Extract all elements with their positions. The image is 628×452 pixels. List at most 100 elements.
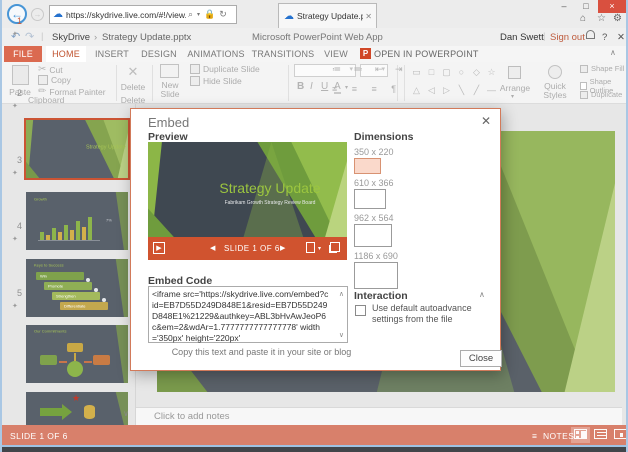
dialog-close-icon[interactable]: ✕ — [481, 114, 491, 128]
preview-slide-subtitle: Fabrikam Growth Strategy Review Board — [224, 200, 316, 206]
breadcrumb-skydrive[interactable]: SkyDrive — [52, 32, 90, 43]
dimension-option-1186x690[interactable] — [354, 262, 398, 289]
next-slide-icon[interactable]: ▶ — [280, 244, 285, 252]
tab-file[interactable]: FILE — [4, 46, 42, 62]
dialog-close-button[interactable]: Close — [460, 350, 502, 367]
status-bar: SLIDE 1 OF 6 ≡ NOTES — [2, 425, 626, 445]
notes-toggle-icon[interactable]: ≡ — [532, 431, 537, 441]
notes-collapse-icon[interactable]: ∨ — [123, 409, 129, 418]
tab-home[interactable]: HOME — [46, 46, 86, 62]
align-buttons[interactable]: ≡ ≡ ≡ ¶ — [332, 84, 402, 94]
divider: | — [41, 31, 44, 42]
tab-design[interactable]: DESIGN — [136, 46, 182, 62]
autoadvance-label: Use default autoadvance settings from th… — [372, 303, 472, 324]
new-slide-button[interactable]: New Slide — [154, 81, 186, 99]
address-bar[interactable]: ☁ https://skydrive.live.com/#!/view.aspx… — [49, 5, 237, 24]
ribbon-tab-row: FILE HOME INSERT DESIGN ANIMATIONS TRANS… — [2, 46, 626, 62]
window-maximize-button[interactable]: □ — [576, 0, 596, 13]
autoadvance-checkbox[interactable] — [355, 305, 366, 316]
window-close-button[interactable]: × — [598, 0, 626, 13]
search-icon[interactable]: ⌕ — [188, 9, 193, 20]
notes-view-icon[interactable] — [306, 242, 315, 253]
thumb-chart-bar — [88, 217, 92, 240]
interaction-collapse-icon[interactable]: ∧ — [479, 290, 485, 299]
fullscreen-icon[interactable] — [330, 242, 340, 252]
powerpoint-badge-icon[interactable]: ▶ — [153, 242, 165, 254]
home-icon[interactable]: ⌂ — [580, 13, 586, 24]
ribbon-collapse-icon[interactable]: ∧ — [610, 48, 616, 57]
open-in-powerpoint-button[interactable]: OPEN IN POWERPOINT — [374, 46, 484, 62]
underline-button[interactable]: U — [321, 81, 328, 92]
italic-button[interactable]: I — [310, 81, 313, 92]
tab-close-icon[interactable]: ✕ — [365, 12, 372, 21]
sign-out-link[interactable]: Sign out — [550, 32, 585, 43]
thumb-chart-axis — [38, 240, 100, 241]
diagram-box-right — [93, 355, 110, 365]
window-minimize-button[interactable]: – — [554, 0, 574, 13]
prev-slide-icon[interactable]: ◀ — [210, 244, 215, 252]
cascade-box-1: Win — [36, 272, 84, 280]
dimension-option-610x366[interactable] — [354, 189, 386, 209]
browser-tab[interactable]: ☁ Strategy Update.pptx - Micr... ✕ — [278, 3, 377, 28]
duplicate-button[interactable]: Duplicate — [580, 90, 622, 99]
address-dropdown-icon[interactable]: ▾ — [197, 11, 200, 18]
favorites-star-icon[interactable]: ☆ — [597, 13, 606, 24]
thumb-chart-bar — [52, 228, 56, 240]
duplicate-slide-button[interactable]: Duplicate Slide — [190, 64, 260, 74]
view-reading-button[interactable] — [591, 427, 610, 443]
person-icon[interactable] — [586, 30, 595, 39]
tab-transitions[interactable]: TRANSITIONS — [250, 46, 316, 62]
tab-view[interactable]: VIEW — [318, 46, 354, 62]
browser-forward-button[interactable]: → — [31, 8, 44, 21]
notes-pane[interactable]: Click to add notes — [136, 407, 622, 425]
help-icon[interactable]: ? — [602, 32, 607, 43]
list-buttons[interactable]: ≔ ≕ ⇤ ⇥ — [332, 64, 408, 75]
redo-icon[interactable]: ↷ — [25, 30, 34, 43]
dimension-option-350x220[interactable] — [354, 158, 381, 174]
shape-fill-icon — [580, 64, 588, 73]
scroll-up-icon[interactable]: ∧ — [339, 290, 344, 298]
notes-toggle-button[interactable]: NOTES — [543, 431, 574, 441]
embed-code-text[interactable]: <iframe src='https://skydrive.live.com/e… — [152, 289, 330, 344]
tab-insert[interactable]: INSERT — [90, 46, 134, 62]
diagram-circle — [67, 361, 83, 377]
tab-animations[interactable]: ANIMATIONS — [184, 46, 248, 62]
gear-icon[interactable]: ⚙ — [613, 13, 622, 24]
tab-cloud-icon: ☁ — [284, 10, 294, 22]
transition-star-icon: ✦ — [12, 103, 18, 110]
diagram-box-top — [67, 343, 83, 352]
arrange-button[interactable]: Arrange — [498, 83, 532, 93]
slide-thumbnail-1[interactable]: Strategy Update — [24, 118, 130, 180]
slide-thumbnail-5[interactable]: ★ — [26, 392, 128, 425]
slide-thumbnail-4[interactable]: Our Commitments — [26, 325, 128, 383]
divider — [152, 65, 153, 101]
thumb-title: Growth — [34, 197, 47, 202]
app-close-icon[interactable]: ✕ — [617, 32, 625, 43]
nav-caret-icon[interactable]: ▾ — [318, 245, 321, 252]
view-normal-button[interactable] — [571, 427, 590, 443]
view-slideshow-button[interactable] — [611, 427, 626, 443]
quick-styles-button-line2[interactable]: Styles — [540, 90, 570, 100]
dimension-option-962x564[interactable] — [354, 224, 392, 247]
interaction-section-label: Interaction — [354, 290, 408, 302]
divider: | — [543, 31, 546, 42]
hide-slide-button[interactable]: Hide Slide — [190, 76, 242, 86]
thumb-chart-bar — [70, 230, 74, 240]
shape-fill-button[interactable]: Shape Fill — [580, 64, 624, 73]
divider — [404, 65, 405, 101]
url-text[interactable]: https://skydrive.live.com/#!/view.aspx?c… — [66, 10, 186, 20]
quick-styles-icon — [548, 65, 562, 79]
cut-button[interactable]: ✂ Cut — [38, 64, 63, 75]
slide-thumbnail-2[interactable]: Growth 7% — [26, 192, 128, 250]
thumb-chart-bar — [40, 232, 44, 240]
embed-code-field[interactable]: <iframe src='https://skydrive.live.com/e… — [148, 286, 348, 343]
copy-button[interactable]: Copy — [38, 75, 71, 85]
delete-button[interactable]: Delete — [116, 82, 150, 92]
powerpoint-icon: P — [360, 48, 371, 59]
refresh-icon[interactable]: ↻ — [219, 9, 227, 20]
scroll-down-icon[interactable]: ∨ — [339, 331, 344, 339]
slide-number: 2 — [16, 88, 22, 98]
bold-button[interactable]: B — [297, 81, 304, 92]
slide-number: 4 — [16, 221, 22, 231]
slide-thumbnail-3[interactable]: Keys to Success Win Promote Strengthen D… — [26, 259, 128, 317]
